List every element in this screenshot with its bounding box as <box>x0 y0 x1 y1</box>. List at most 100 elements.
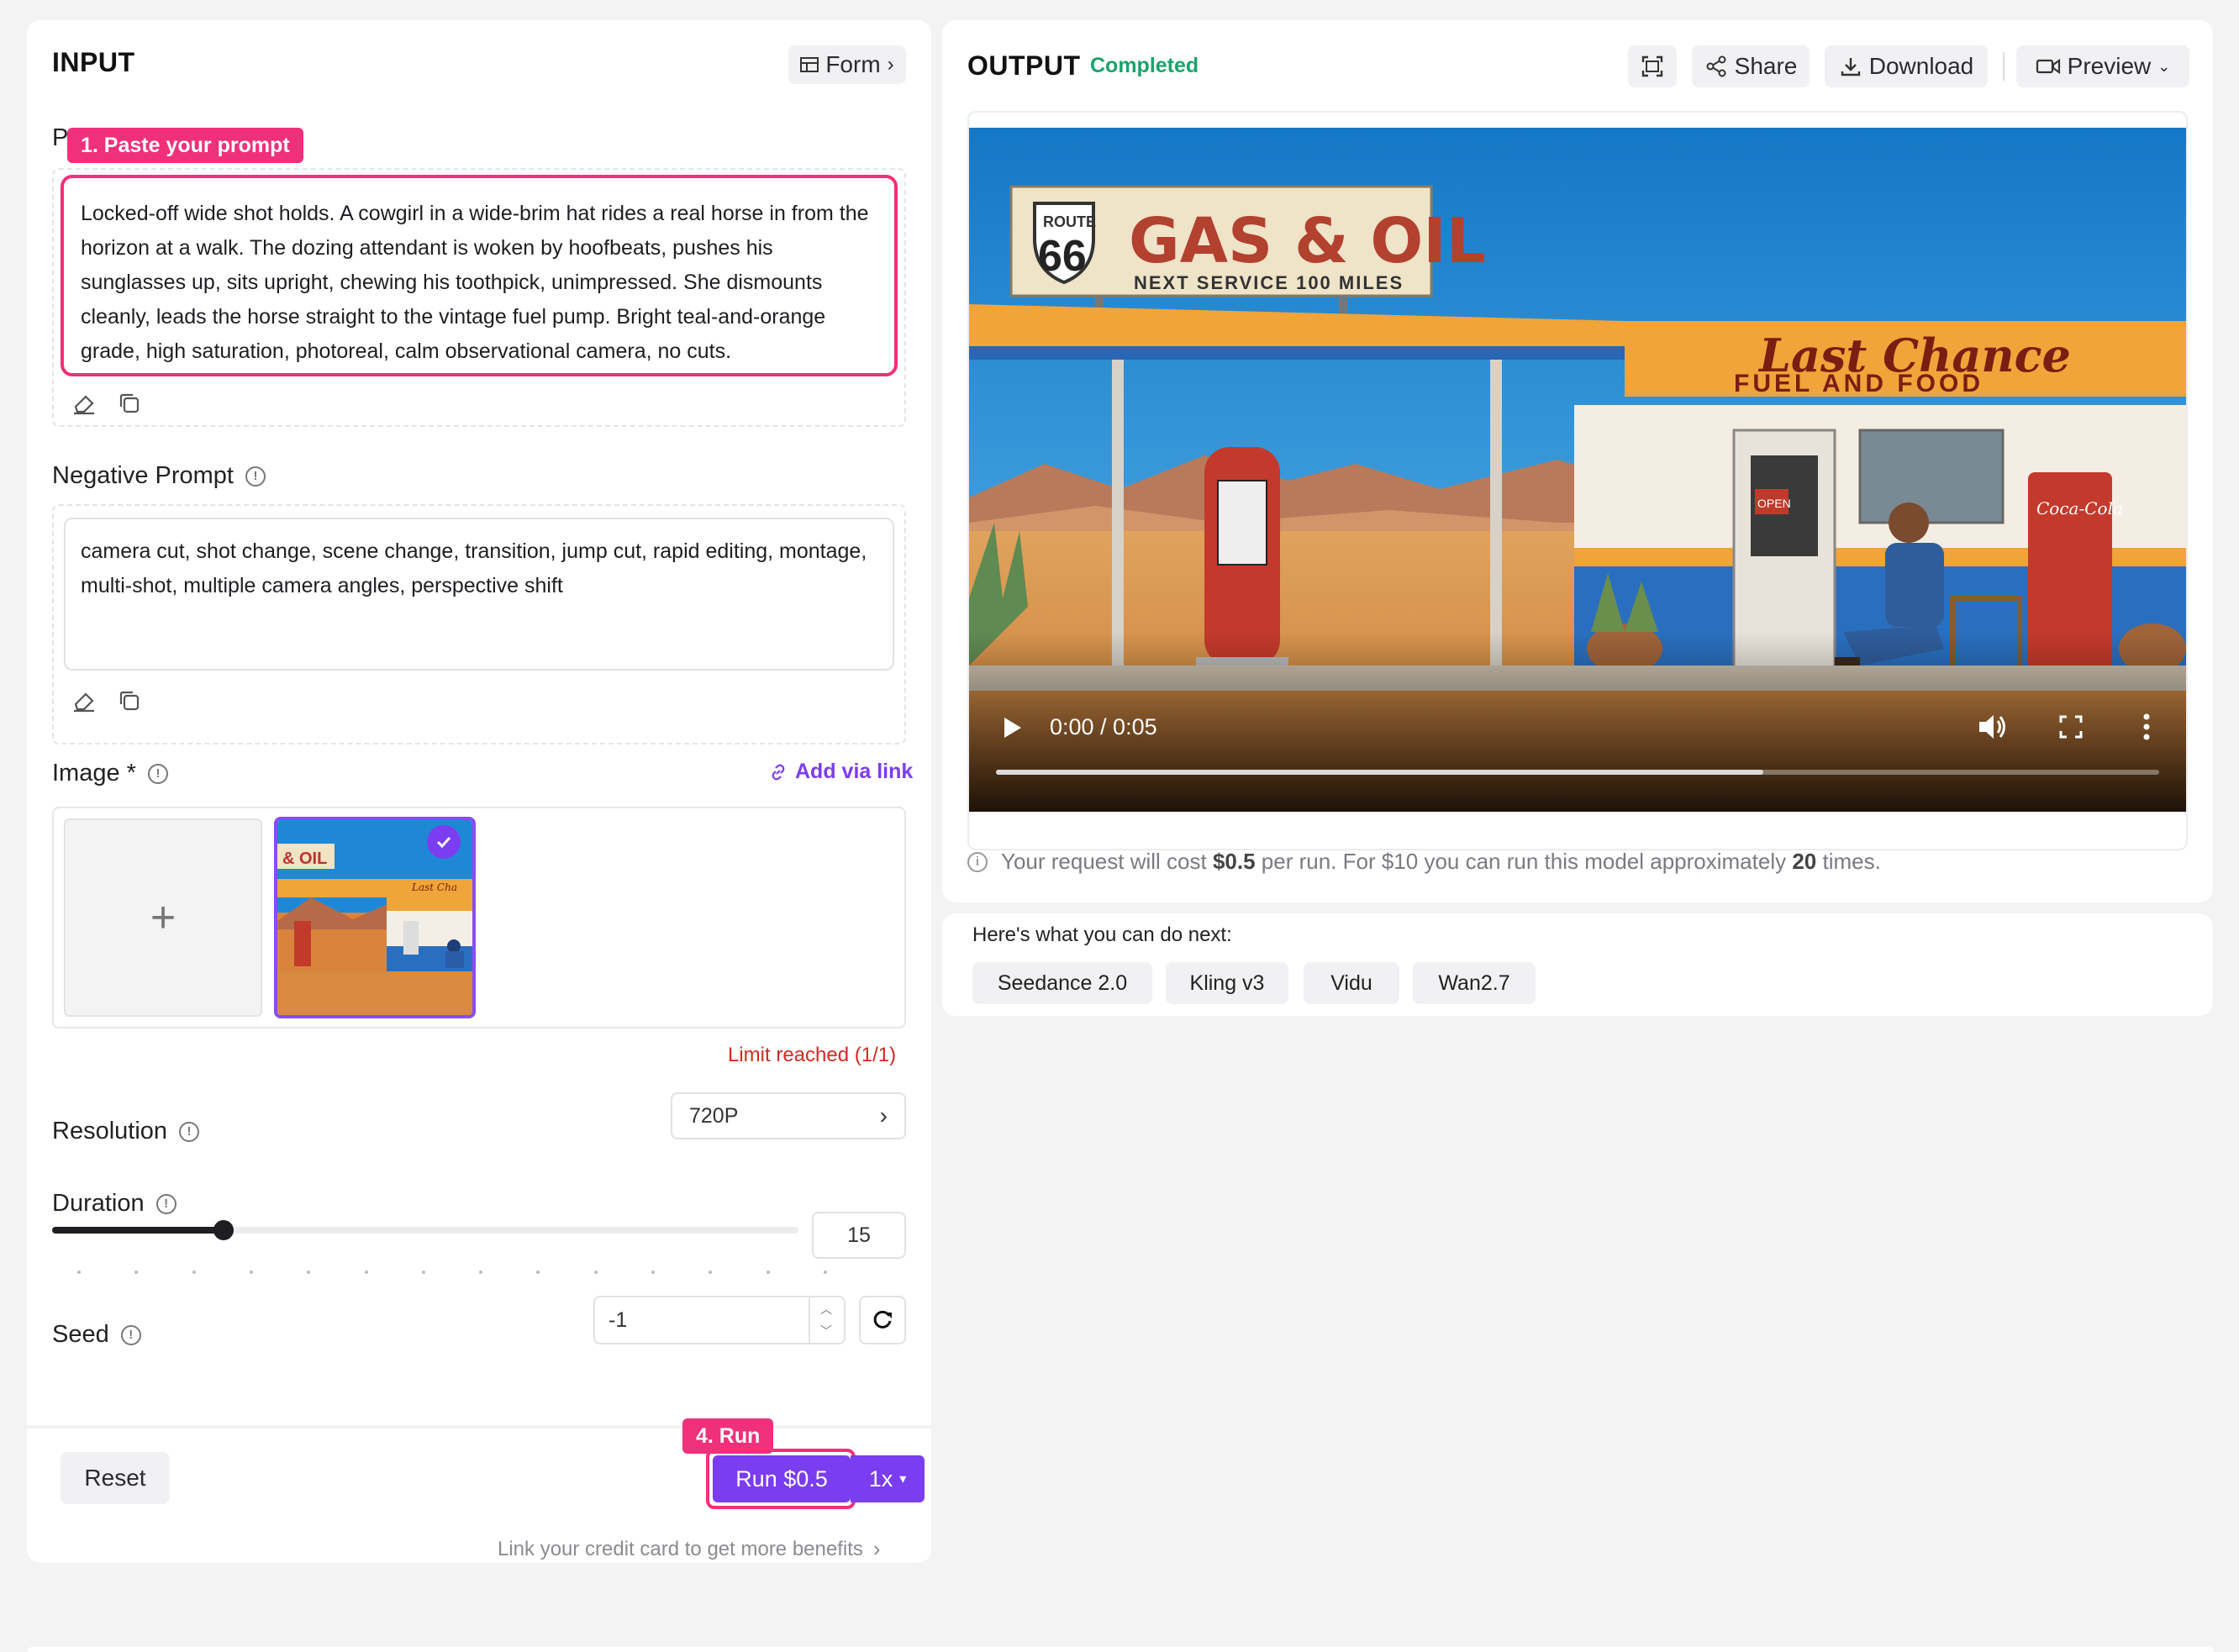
next-steps-panel: Here's what you can do next: Seedance 2.… <box>942 913 2213 1016</box>
share-icon <box>1706 55 1726 77</box>
add-image-button[interactable]: + <box>64 818 262 1017</box>
duration-tick <box>134 1271 139 1274</box>
run-button-group: Run $0.5 1x ▾ <box>706 1449 925 1509</box>
chevron-down-icon: ⌄ <box>2157 57 2171 75</box>
video-still: ROUTE 66 GAS & OIL NEXT SERVICE 100 MILE… <box>969 128 2186 812</box>
reset-button[interactable]: Reset <box>61 1452 170 1504</box>
info-icon[interactable]: ! <box>179 1121 200 1142</box>
input-title: INPUT <box>52 47 135 77</box>
duration-tick <box>364 1271 368 1274</box>
seed-input[interactable]: -1 <box>593 1296 846 1344</box>
image-label: Image * ! <box>52 760 168 787</box>
negative-prompt-textarea[interactable]: camera cut, shot change, scene change, t… <box>64 518 894 671</box>
cost-amount: $0.5 <box>1212 849 1256 874</box>
duration-tick <box>709 1271 713 1274</box>
fullscreen-button[interactable] <box>1628 45 1677 87</box>
next-steps-title: Here's what you can do next: <box>972 923 1232 946</box>
cola-text: Coca-Cola <box>2036 498 2123 518</box>
next-model-chip[interactable]: Kling v3 <box>1166 962 1288 1004</box>
link-icon <box>772 764 785 780</box>
prompt-label: P <box>52 124 69 151</box>
sign-main-text: GAS & OIL <box>1129 205 1486 277</box>
form-toggle-button[interactable]: Form › <box>788 45 906 84</box>
duration-slider-track[interactable] <box>52 1220 798 1240</box>
run-multiplier-dropdown[interactable]: 1x ▾ <box>851 1455 925 1502</box>
seed-stepper[interactable]: ︿ ﹀ <box>809 1297 842 1343</box>
video-camera-icon <box>2036 58 2060 75</box>
chevron-up-icon[interactable]: ︿ <box>820 1301 832 1318</box>
video-player[interactable]: ROUTE 66 GAS & OIL NEXT SERVICE 100 MILE… <box>969 128 2186 812</box>
resolution-label: Resolution ! <box>52 1118 200 1145</box>
duration-tick <box>651 1271 655 1274</box>
resolution-select[interactable]: 720P › <box>671 1092 906 1139</box>
duration-input[interactable]: 15 <box>812 1212 906 1259</box>
seed-value: -1 <box>608 1307 628 1332</box>
fullscreen-icon[interactable] <box>2058 714 2084 739</box>
cost-text-part: per run. For $10 you can run this model … <box>1255 849 1793 874</box>
volume-icon[interactable] <box>1978 713 2008 741</box>
next-model-chip[interactable]: Seedance 2.0 <box>972 962 1152 1004</box>
image-label-text: Image * <box>52 760 136 787</box>
uploaded-image-thumbnail[interactable]: & OIL Last Cha <box>274 817 476 1018</box>
add-via-link[interactable]: Add via link <box>768 760 913 784</box>
video-progress-fill <box>996 770 1764 775</box>
sign-66-text: 66 <box>1038 232 1087 281</box>
info-icon[interactable]: ! <box>155 1193 176 1214</box>
add-via-link-text: Add via link <box>795 760 914 783</box>
cost-info: i Your request will cost $0.5 per run. F… <box>967 849 1881 875</box>
multiplier-value: 1x <box>868 1465 893 1492</box>
next-model-chip[interactable]: Wan2.7 <box>1413 962 1536 1004</box>
duration-slider-handle[interactable] <box>213 1220 234 1240</box>
duration-tick <box>593 1271 598 1274</box>
duration-tick <box>77 1271 81 1274</box>
eraser-icon[interactable] <box>69 686 99 716</box>
info-icon[interactable]: ! <box>147 763 168 784</box>
resolution-value: 720P <box>689 1103 739 1128</box>
seed-label-text: Seed <box>52 1321 109 1348</box>
share-label: Share <box>1734 53 1798 79</box>
random-seed-button[interactable] <box>859 1296 906 1344</box>
copy-icon[interactable] <box>114 686 145 716</box>
chevron-right-icon: › <box>879 1102 888 1129</box>
table-icon <box>800 57 819 72</box>
duration-tick <box>479 1271 483 1274</box>
info-icon[interactable]: ! <box>120 1324 141 1345</box>
duration-tick <box>192 1271 196 1274</box>
video-progress-track[interactable] <box>996 770 2159 775</box>
play-icon[interactable] <box>1003 716 1023 739</box>
refresh-icon <box>873 1310 892 1328</box>
limit-reached-text: Limit reached (1/1) <box>728 1044 897 1066</box>
preview-label: Preview <box>2067 53 2152 79</box>
canopy-sub-text: FUEL AND FOOD <box>1734 370 1983 397</box>
share-button[interactable]: Share <box>1692 45 1810 87</box>
chevron-down-icon[interactable]: ﹀ <box>820 1323 832 1339</box>
duration-slider-fill <box>52 1227 224 1234</box>
svg-text:& OIL: & OIL <box>282 850 327 868</box>
eraser-icon[interactable] <box>69 388 99 418</box>
door-sign-text: OPEN <box>1757 497 1791 510</box>
sign-route-text: ROUTE <box>1043 213 1096 230</box>
run-button[interactable]: Run $0.5 <box>713 1455 851 1502</box>
seed-label: Seed ! <box>52 1321 141 1349</box>
preview-dropdown[interactable]: Preview ⌄ <box>2016 45 2189 87</box>
info-icon[interactable]: ! <box>245 466 266 487</box>
toolbar-divider <box>2003 52 2005 81</box>
cost-text-part: Your request will cost <box>1001 849 1213 874</box>
duration-tick <box>766 1271 770 1274</box>
output-title: OUTPUT <box>967 50 1081 81</box>
prompt-textarea[interactable]: Locked-off wide shot holds. A cowgirl in… <box>61 175 898 376</box>
cost-text: Your request will cost $0.5 per run. For… <box>1001 849 1881 875</box>
duration-tick <box>307 1271 311 1274</box>
svg-text:Last Cha: Last Cha <box>411 881 457 893</box>
download-button[interactable]: Download <box>1825 45 1988 87</box>
bottom-panel-edge <box>27 1647 2214 1652</box>
credit-card-link[interactable]: Link your credit card to get more benefi… <box>498 1536 881 1562</box>
next-model-chip[interactable]: Vidu <box>1304 962 1399 1004</box>
copy-icon[interactable] <box>114 388 145 418</box>
info-icon: i <box>967 851 988 872</box>
video-time: 0:00 / 0:05 <box>1050 714 1157 739</box>
status-badge: Completed <box>1090 54 1199 77</box>
download-icon <box>1841 58 1860 76</box>
duration-tick <box>536 1271 540 1274</box>
more-options-icon[interactable] <box>2142 713 2151 741</box>
